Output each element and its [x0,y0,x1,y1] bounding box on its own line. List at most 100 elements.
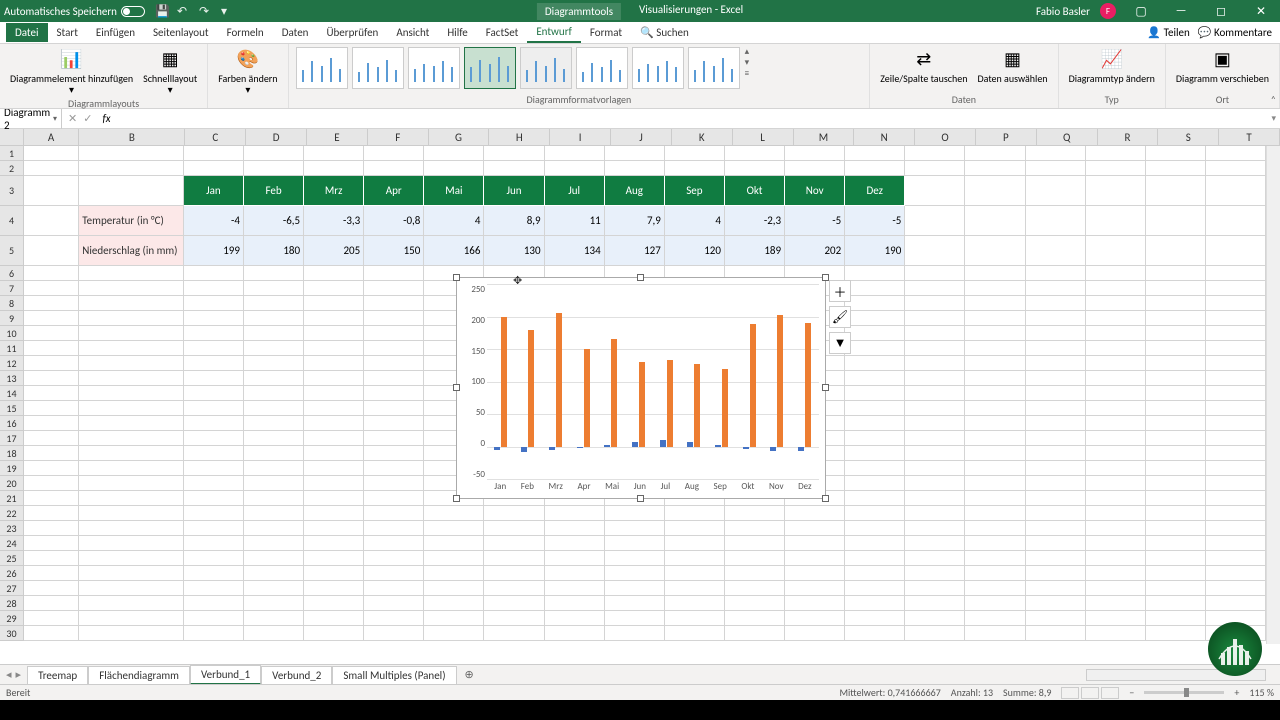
chart-bar[interactable] [611,339,617,447]
style-scroll-up[interactable]: ▴ [745,46,750,57]
column-header-M[interactable]: M [794,129,855,145]
resize-handle-tr[interactable] [822,274,829,281]
chart-bar[interactable] [722,369,728,447]
row-header-13[interactable]: 13 [0,371,24,386]
sheet-tab-verbund1[interactable]: Verbund_1 [190,665,261,685]
row-header-8[interactable]: 8 [0,296,24,311]
chart-bar[interactable] [715,445,721,448]
column-header-O[interactable]: O [915,129,976,145]
row-header-9[interactable]: 9 [0,311,24,326]
row-header-2[interactable]: 2 [0,161,24,176]
chart-bar[interactable] [660,440,666,447]
column-header-F[interactable]: F [368,129,429,145]
column-header-S[interactable]: S [1158,129,1219,145]
sheet-tab-verbund2[interactable]: Verbund_2 [261,666,332,684]
row-header-25[interactable]: 25 [0,551,24,566]
column-header-L[interactable]: L [733,129,794,145]
row-header-17[interactable]: 17 [0,431,24,446]
column-header-N[interactable]: N [854,129,915,145]
tab-hilfe[interactable]: Hilfe [438,23,476,42]
user-avatar[interactable]: F [1100,3,1116,19]
chart-style-6[interactable] [576,47,628,89]
chart-style-7[interactable] [632,47,684,89]
tab-einfuegen[interactable]: Einfügen [87,23,144,42]
row-header-30[interactable]: 30 [0,626,24,641]
row-header-23[interactable]: 23 [0,521,24,536]
chart-bar[interactable] [577,447,583,448]
zoom-slider[interactable] [1144,691,1224,694]
resize-handle-bl[interactable] [453,495,460,502]
search-box[interactable]: 🔍 Suchen [631,23,698,42]
chart-bar[interactable] [750,324,756,447]
resize-handle-tl[interactable] [453,274,460,281]
sheet-tab-flaechendiagramm[interactable]: Flächendiagramm [88,666,190,684]
qat-customize-icon[interactable]: ▾ [221,4,235,18]
chart-style-1[interactable] [296,47,348,89]
chart-styles-button[interactable]: 🖌 [829,306,851,328]
chart-bar[interactable] [556,313,562,447]
move-chart-button[interactable]: ▣Diagramm verschieben [1172,46,1273,86]
autosave-toggle[interactable]: Automatisches Speichern [4,5,145,18]
chart-bar[interactable] [743,447,749,449]
chart-bar[interactable] [494,447,500,450]
chart-bar[interactable] [632,442,638,448]
redo-icon[interactable]: ↷ [199,4,213,18]
chart-bar[interactable] [604,445,610,448]
chart-style-5[interactable] [520,47,572,89]
row-header-15[interactable]: 15 [0,401,24,416]
row-header-7[interactable]: 7 [0,281,24,296]
style-scroll-down[interactable]: ▾ [745,57,750,68]
view-page-break-button[interactable] [1101,687,1119,699]
column-header-P[interactable]: P [976,129,1037,145]
undo-icon[interactable]: ↶ [177,4,191,18]
sheet-nav-next[interactable]: ▸ [16,668,22,681]
change-chart-type-button[interactable]: 📈Diagrammtyp ändern [1065,46,1159,86]
select-data-button[interactable]: ▦Daten auswählen [973,46,1051,86]
column-header-A[interactable]: A [24,129,80,145]
chart-bar[interactable] [521,447,527,451]
minimize-button[interactable]: — [1166,0,1196,22]
add-chart-element-button[interactable]: 📊Diagrammelement hinzufügen ▾ [6,46,137,97]
row-header-18[interactable]: 18 [0,446,24,461]
row-header-24[interactable]: 24 [0,536,24,551]
chart-bar[interactable] [805,323,811,447]
tab-format[interactable]: Format [581,23,631,42]
column-header-H[interactable]: H [489,129,550,145]
change-colors-button[interactable]: 🎨Farben ändern ▾ [214,46,281,97]
chart-bar[interactable] [687,442,693,447]
ribbon-options-icon[interactable]: ▢ [1126,0,1156,22]
row-header-21[interactable]: 21 [0,491,24,506]
row-header-27[interactable]: 27 [0,581,24,596]
column-header-T[interactable]: T [1219,129,1280,145]
chart-bar[interactable] [639,362,645,447]
column-header-D[interactable]: D [246,129,307,145]
resize-handle-bm[interactable] [637,495,644,502]
resize-handle-ml[interactable] [453,384,460,391]
chart-style-4[interactable] [464,47,516,89]
column-header-I[interactable]: I [550,129,611,145]
chart-style-3[interactable] [408,47,460,89]
row-header-19[interactable]: 19 [0,461,24,476]
row-header-5[interactable]: 5 [0,236,24,266]
row-header-11[interactable]: 11 [0,341,24,356]
row-header-1[interactable]: 1 [0,146,24,161]
enter-formula-icon[interactable]: ✓ [83,112,92,125]
zoom-in-button[interactable]: + [1234,686,1239,699]
chart-style-2[interactable] [352,47,404,89]
tab-entwurf[interactable]: Entwurf [527,22,581,43]
maximize-button[interactable]: ◻ [1206,0,1236,22]
row-header-26[interactable]: 26 [0,566,24,581]
tab-ueberpruefen[interactable]: Überprüfen [317,23,387,42]
user-name[interactable]: Fabio Basler [1036,5,1090,18]
column-header-Q[interactable]: Q [1037,129,1098,145]
chart-object[interactable]: ✥ 250200150100500-50 JanFebMrzAprMaiJunJ… [456,277,826,499]
tab-formeln[interactable]: Formeln [218,23,273,42]
save-icon[interactable]: 💾 [155,4,169,18]
chart-bar[interactable] [798,447,804,450]
row-header-6[interactable]: 6 [0,266,24,281]
chart-bar[interactable] [667,360,673,448]
chart-style-8[interactable] [688,47,740,89]
column-header-G[interactable]: G [429,129,490,145]
tab-datei[interactable]: Datei [6,23,48,42]
vertical-scrollbar[interactable] [1266,146,1280,644]
